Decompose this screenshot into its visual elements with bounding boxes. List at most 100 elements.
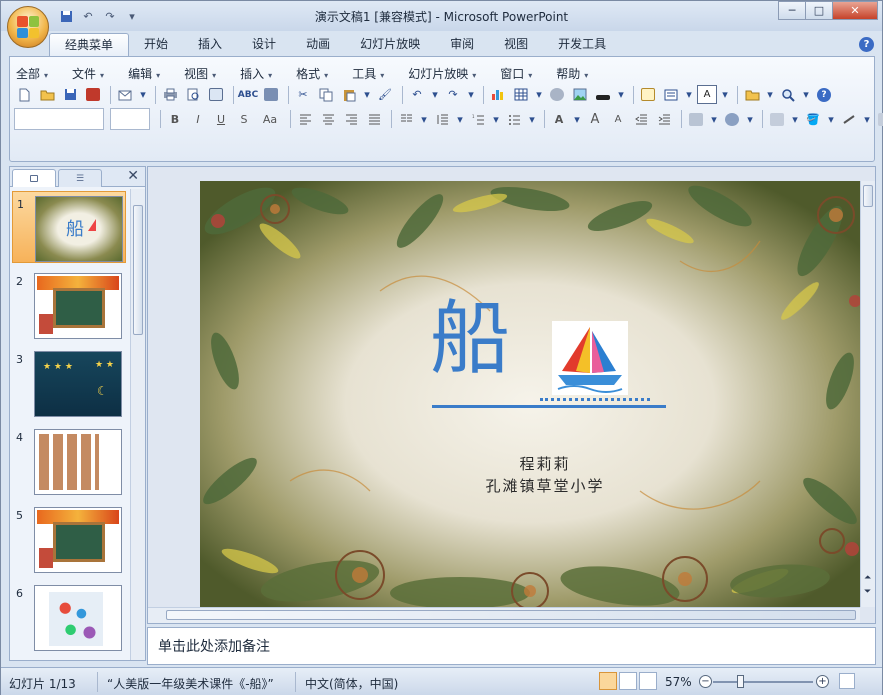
new-file-icon[interactable]: [14, 85, 34, 104]
slides-pane-scrollbar[interactable]: [130, 189, 145, 660]
decrease-indent-icon[interactable]: [631, 110, 651, 129]
line-style-icon[interactable]: [839, 110, 859, 129]
chevron-down-icon[interactable]: ▾: [745, 110, 755, 129]
paste-icon[interactable]: [339, 85, 359, 104]
chevron-down-icon[interactable]: ▾: [527, 110, 537, 129]
menu-file[interactable]: 文件 ▾: [72, 65, 104, 82]
shadow-button[interactable]: S: [234, 110, 254, 129]
menu-format[interactable]: 格式 ▾: [296, 65, 328, 82]
zoom-slider-handle[interactable]: [737, 675, 744, 688]
zoom-out-button[interactable]: −: [699, 675, 712, 688]
slideshow-view-button[interactable]: [639, 672, 657, 690]
design-icon[interactable]: [686, 110, 706, 129]
fit-to-window-button[interactable]: [839, 673, 855, 689]
insert-picture-icon[interactable]: [570, 85, 590, 104]
menu-all[interactable]: 全部 ▾: [16, 65, 48, 82]
notes-pane[interactable]: 单击此处添加备注: [147, 627, 876, 665]
chevron-down-icon[interactable]: ▾: [362, 85, 372, 104]
next-slide-icon[interactable]: ⏷: [864, 587, 871, 597]
increase-indent-icon[interactable]: [654, 110, 674, 129]
textbox-icon[interactable]: A: [697, 85, 717, 104]
chevron-down-icon[interactable]: ▾: [138, 85, 148, 104]
permission-icon[interactable]: [83, 85, 103, 104]
slide-thumbnail-3[interactable]: 3 ★ ★ ★ ★ ★ ☾: [12, 347, 126, 419]
tab-review[interactable]: 审阅: [435, 33, 489, 56]
menu-edit[interactable]: 编辑 ▾: [128, 65, 160, 82]
chevron-down-icon[interactable]: ▾: [430, 85, 440, 104]
zoom-in-button[interactable]: +: [816, 675, 829, 688]
chevron-down-icon[interactable]: ▾: [684, 85, 694, 104]
zoom-level[interactable]: 57%: [665, 675, 692, 689]
undo-icon[interactable]: ↶: [407, 85, 427, 104]
menu-view[interactable]: 视图 ▾: [184, 65, 216, 82]
tab-home[interactable]: 开始: [129, 33, 183, 56]
slide-title[interactable]: 船: [430, 299, 510, 379]
align-left-icon[interactable]: [295, 110, 315, 129]
zoom-slider-track[interactable]: [713, 681, 813, 683]
close-button[interactable]: ✕: [832, 1, 878, 20]
format-painter-icon[interactable]: 🖌: [375, 85, 395, 104]
chevron-down-icon[interactable]: ▾: [534, 85, 544, 104]
print-preview-icon[interactable]: [183, 85, 203, 104]
maximize-button[interactable]: □: [805, 1, 833, 20]
chevron-down-icon[interactable]: ▾: [572, 110, 582, 129]
shapes-icon[interactable]: [722, 110, 742, 129]
prev-slide-icon[interactable]: ⏶: [864, 573, 871, 583]
chevron-down-icon[interactable]: ▾: [720, 85, 730, 104]
office-button[interactable]: [7, 6, 49, 48]
line-color-icon[interactable]: [593, 85, 613, 104]
slide-school[interactable]: 孔滩镇草堂小学: [200, 475, 860, 496]
menu-window[interactable]: 窗口 ▾: [500, 65, 532, 82]
minimize-button[interactable]: ─: [778, 1, 806, 20]
columns-icon[interactable]: [396, 110, 416, 129]
tab-slideshow[interactable]: 幻灯片放映: [345, 33, 435, 56]
slides-tab[interactable]: [12, 169, 56, 187]
slide-author[interactable]: 程莉莉: [200, 453, 860, 474]
close-icon[interactable]: ✕: [127, 168, 139, 184]
current-slide[interactable]: 船 程莉莉 孔滩镇草堂小学: [200, 181, 860, 608]
scrollbar-thumb[interactable]: [133, 205, 143, 335]
slide-view-icon[interactable]: [206, 85, 226, 104]
chevron-down-icon[interactable]: ▾: [826, 110, 836, 129]
scrollbar-thumb[interactable]: [863, 185, 873, 207]
chevron-down-icon[interactable]: ▾: [765, 85, 775, 104]
spelling-icon[interactable]: ABC: [238, 85, 258, 104]
scrollbar-thumb[interactable]: [166, 610, 856, 620]
align-right-icon[interactable]: [341, 110, 361, 129]
tab-animation[interactable]: 动画: [291, 33, 345, 56]
chevron-down-icon[interactable]: ▾: [709, 110, 719, 129]
slide-thumbnail-4[interactable]: 4: [12, 425, 126, 497]
email-icon[interactable]: [115, 85, 135, 104]
normal-view-button[interactable]: [599, 672, 617, 690]
insert-chart-icon[interactable]: [488, 85, 508, 104]
slide-sorter-view-button[interactable]: [619, 672, 637, 690]
menu-insert[interactable]: 插入 ▾: [240, 65, 272, 82]
layout-icon[interactable]: [661, 85, 681, 104]
insert-table-icon[interactable]: [511, 85, 531, 104]
line-spacing-icon[interactable]: [432, 110, 452, 129]
outline-tab[interactable]: ☰: [58, 169, 102, 187]
italic-button[interactable]: I: [188, 110, 208, 129]
redo-icon[interactable]: ↷: [443, 85, 463, 104]
font-size-select[interactable]: [110, 108, 150, 130]
font-color-button[interactable]: A: [549, 110, 569, 129]
tab-view[interactable]: 视图: [489, 33, 543, 56]
justify-icon[interactable]: [364, 110, 384, 129]
copy-icon[interactable]: [316, 85, 336, 104]
effects-icon[interactable]: [875, 110, 883, 129]
change-case-button[interactable]: Aa: [257, 110, 283, 129]
clip-art-icon[interactable]: [547, 85, 567, 104]
folder-icon[interactable]: [742, 85, 762, 104]
numbering-icon[interactable]: 1: [468, 110, 488, 129]
underline-button[interactable]: U: [211, 110, 231, 129]
chevron-down-icon[interactable]: ▾: [790, 110, 800, 129]
menu-tools[interactable]: 工具 ▾: [352, 65, 384, 82]
open-folder-icon[interactable]: [37, 85, 57, 104]
shrink-font-button[interactable]: A: [608, 110, 628, 129]
tab-classic-menu[interactable]: 经典菜单: [49, 33, 130, 56]
language-status[interactable]: 中文(简体，中国): [305, 675, 398, 692]
chevron-down-icon[interactable]: ▾: [491, 110, 501, 129]
new-slide-icon[interactable]: [638, 85, 658, 104]
arrange-icon[interactable]: [767, 110, 787, 129]
research-icon[interactable]: [261, 85, 281, 104]
